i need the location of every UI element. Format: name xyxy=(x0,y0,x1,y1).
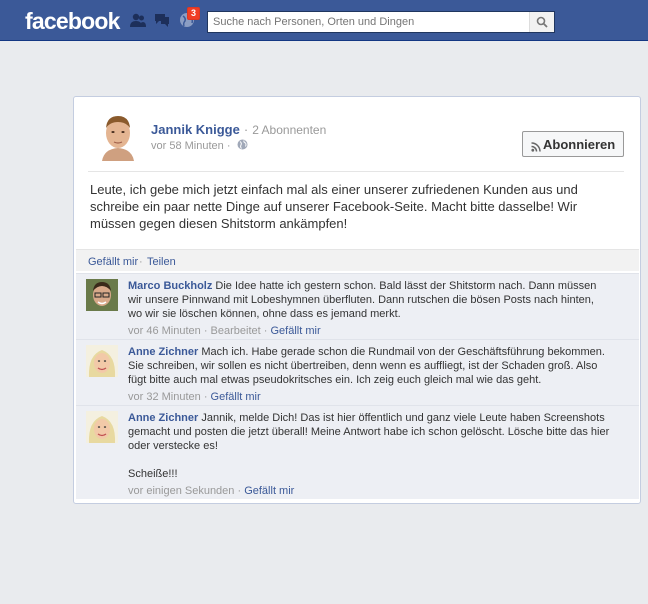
comment-body: Anne Zichner Jannik, melde Dich! Das ist… xyxy=(128,411,610,498)
subscriber-count[interactable]: 2 Abonnenten xyxy=(252,123,326,137)
comment-author[interactable]: Marco Buckholz xyxy=(128,280,212,292)
commenter-avatar[interactable] xyxy=(86,345,118,377)
separator-dot: · xyxy=(139,256,143,268)
comment-body: Anne Zichner Mach ich. Habe gerade schon… xyxy=(128,345,610,404)
comment-edited[interactable]: Bearbeitet xyxy=(211,325,261,337)
comment-item: Anne Zichner Mach ich. Habe gerade schon… xyxy=(76,339,639,405)
comment-timestamp[interactable]: vor einigen Sekunden xyxy=(128,485,234,497)
comment-like-link[interactable]: Gefällt mir xyxy=(211,391,261,403)
author-avatar[interactable] xyxy=(98,111,138,161)
search-bar xyxy=(207,11,555,33)
facebook-logo[interactable]: facebook xyxy=(25,8,120,35)
globe-icon[interactable] xyxy=(237,139,248,153)
commenter-avatar[interactable] xyxy=(86,411,118,443)
post-author-name[interactable]: Jannik Knigge xyxy=(151,122,240,137)
comment-item: Marco Buckholz Die Idee hatte ich gester… xyxy=(76,273,639,339)
separator-dot: · xyxy=(243,122,249,137)
comment-text: Mach ich. Habe gerade schon die Rundmail… xyxy=(128,346,605,386)
search-button[interactable] xyxy=(529,12,554,32)
separator-dot: · xyxy=(226,139,234,152)
messages-icon[interactable] xyxy=(153,12,171,28)
comment-text-line2: Scheiße!!! xyxy=(128,468,178,480)
comment-text: Jannik, melde Dich! Das ist hier öffentl… xyxy=(128,412,610,452)
comment-meta: vor einigen Sekunden · Gefällt mir xyxy=(128,485,295,497)
subscribe-button[interactable]: Abonnieren xyxy=(522,131,624,157)
post-timestamp[interactable]: vor 58 Minuten xyxy=(151,140,224,152)
post-actions: Gefällt mir · Teilen xyxy=(76,249,639,271)
like-link[interactable]: Gefällt mir xyxy=(88,256,138,268)
comment-body: Marco Buckholz Die Idee hatte ich gester… xyxy=(128,279,610,338)
comment-like-link[interactable]: Gefällt mir xyxy=(270,325,320,337)
comment-meta: vor 46 Minuten · Bearbeitet · Gefällt mi… xyxy=(128,325,321,337)
search-icon xyxy=(536,16,548,28)
post-card: Jannik Knigge · 2 Abonnenten vor 58 Minute… xyxy=(73,96,641,504)
comment-timestamp[interactable]: vor 32 Minuten xyxy=(128,391,201,403)
post-text: Leute, ich gebe mich jetzt einfach mal a… xyxy=(90,182,578,231)
notification-count-badge[interactable]: 3 xyxy=(187,7,201,20)
rss-icon xyxy=(531,140,541,155)
commenter-avatar[interactable] xyxy=(86,279,118,311)
comment-item: Anne Zichner Jannik, melde Dich! Das ist… xyxy=(76,405,639,499)
post-meta: vor 58 Minuten · xyxy=(151,139,248,153)
post-author-line: Jannik Knigge · 2 Abonnenten xyxy=(151,122,326,137)
top-bar: facebook 3 xyxy=(0,0,648,41)
friend-requests-icon[interactable] xyxy=(129,12,147,28)
share-link[interactable]: Teilen xyxy=(147,256,176,268)
search-input[interactable] xyxy=(208,12,538,32)
comment-meta: vor 32 Minuten · Gefällt mir xyxy=(128,391,261,403)
divider xyxy=(88,171,624,172)
comment-author[interactable]: Anne Zichner xyxy=(128,412,198,424)
subscribe-label: Abonnieren xyxy=(543,137,616,152)
comment-like-link[interactable]: Gefällt mir xyxy=(244,485,294,497)
comment-timestamp[interactable]: vor 46 Minuten xyxy=(128,325,201,337)
comment-author[interactable]: Anne Zichner xyxy=(128,346,198,358)
